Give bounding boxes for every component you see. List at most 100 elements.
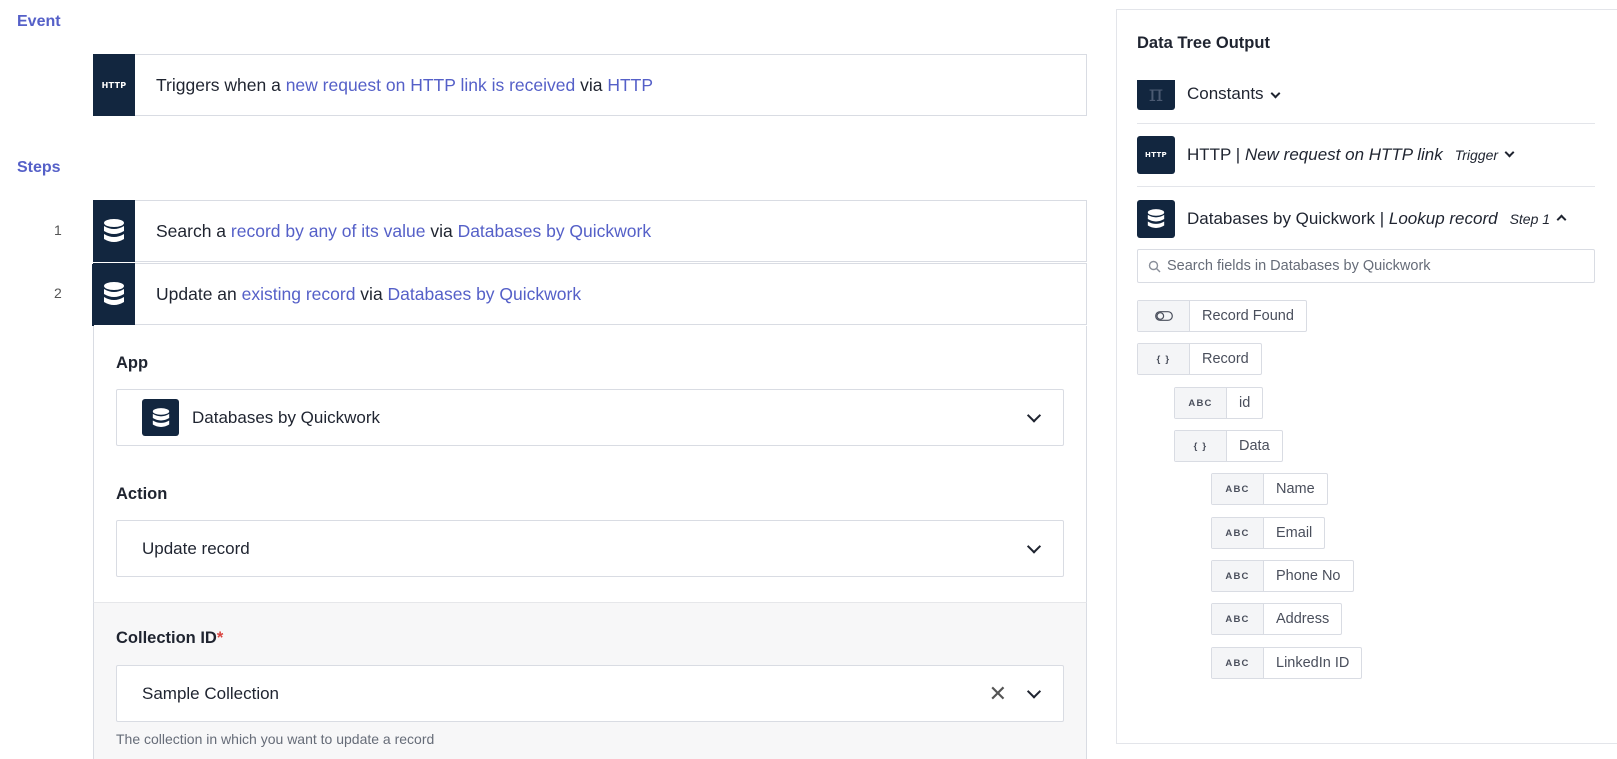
field-name: Email (1276, 525, 1313, 541)
field-chip-linkedin-id[interactable]: ABC LinkedIn ID (1211, 647, 1363, 679)
field-chip-record[interactable]: { } Record (1137, 343, 1262, 375)
data-tree-title: Data Tree Output (1137, 34, 1270, 52)
field-name: Name (1276, 481, 1315, 497)
database-icon-svg (104, 219, 124, 242)
event-prefix: Triggers when a (156, 74, 286, 95)
tree-node-db-lookup[interactable]: Databases by Quickwork | Lookup record S… (1137, 187, 1595, 250)
text-type-icon: ABC (1212, 474, 1264, 504)
step-row-2[interactable]: Update an existing record via Databases … (93, 263, 1087, 325)
chevron-down-icon[interactable] (1504, 147, 1515, 157)
database-icon (1137, 199, 1175, 238)
text-type-icon: ABC (1212, 561, 1264, 591)
collection-label-text: Collection ID (116, 629, 217, 647)
data-tree-panel: Data Tree Output π Constants HTTP HTTP |… (1116, 9, 1617, 744)
step-2-link-app[interactable]: Databases by Quickwork (388, 284, 582, 304)
field-name: Record Found (1202, 308, 1294, 324)
db-app-name: Databases by Quickwork | (1187, 208, 1389, 228)
field-name: id (1239, 395, 1251, 411)
search-icon (1148, 260, 1161, 272)
collection-select-value: Sample Collection (142, 683, 280, 703)
step-1-link-app[interactable]: Databases by Quickwork (458, 221, 652, 241)
field-name: Phone No (1276, 568, 1341, 584)
event-link-trigger[interactable]: new request on HTTP link is received (286, 75, 576, 95)
collection-field-label: Collection ID* (116, 629, 223, 648)
constants-label: Constants (1187, 84, 1264, 103)
step-2-prefix: Update an (156, 283, 242, 304)
toggle-icon (1138, 301, 1190, 331)
chevron-down-icon[interactable] (1026, 407, 1042, 423)
trigger-badge: Trigger (1454, 147, 1499, 163)
http-icon-text: HTTP (1145, 151, 1167, 159)
event-section-label: Event (17, 13, 61, 30)
step-number-1: 1 (54, 222, 62, 238)
field-name: Address (1276, 611, 1330, 627)
field-chip-id[interactable]: ABC id (1174, 387, 1264, 419)
step-1-via: via (425, 220, 458, 241)
text-type-icon: ABC (1175, 388, 1227, 418)
action-field-label: Action (116, 485, 168, 503)
chevron-down-icon[interactable] (1026, 683, 1042, 699)
field-chip-record-found[interactable]: Record Found (1137, 300, 1307, 332)
pi-icon: π (1137, 80, 1175, 110)
required-marker: * (216, 629, 224, 647)
app-select[interactable]: Databases by Quickwork (116, 389, 1064, 446)
collection-help-text: The collection in which you want to upda… (116, 731, 435, 747)
step-1-prefix: Search a (156, 220, 231, 241)
object-type-icon: { } (1175, 431, 1227, 461)
field-name: LinkedIn ID (1276, 655, 1350, 671)
http-icon: HTTP (93, 54, 135, 116)
chevron-down-icon[interactable] (1270, 88, 1280, 99)
chevron-up-icon[interactable] (1556, 214, 1567, 225)
step-row-1[interactable]: Search a record by any of its value via … (93, 200, 1087, 262)
pi-glyph: π (1148, 82, 1164, 107)
event-description: Triggers when a new request on HTTP link… (156, 75, 653, 96)
database-icon (93, 263, 135, 325)
database-icon (142, 399, 179, 436)
active-step-indicator (92, 264, 94, 326)
action-select[interactable]: Update record (116, 520, 1064, 577)
text-type-icon: ABC (1212, 604, 1264, 634)
database-icon (93, 200, 135, 262)
http-event-name: New request on HTTP link (1244, 145, 1443, 164)
field-chip-name[interactable]: ABC Name (1211, 473, 1328, 505)
clear-icon[interactable]: ✕ (989, 682, 1007, 705)
database-icon-svg (152, 407, 169, 427)
http-icon-text: HTTP (101, 80, 127, 90)
event-trigger-row[interactable]: HTTP Triggers when a new request on HTTP… (93, 54, 1087, 116)
search-placeholder: Search fields in Databases by Quickwork (1167, 258, 1431, 274)
db-node-label: Databases by Quickwork | Lookup record (1187, 209, 1498, 229)
field-search-input[interactable]: Search fields in Databases by Quickwork (1137, 249, 1595, 283)
field-chip-email[interactable]: ABC Email (1211, 517, 1326, 549)
step-1-description: Search a record by any of its value via … (156, 221, 651, 242)
collection-select[interactable]: Sample Collection ✕ (116, 665, 1064, 722)
app-field-label: App (116, 354, 149, 372)
tree-node-http[interactable]: HTTP HTTP | New request on HTTP link Tri… (1137, 124, 1595, 187)
chevron-down-icon[interactable] (1026, 538, 1042, 554)
step-number-2: 2 (54, 285, 62, 301)
step-2-link-action[interactable]: existing record (242, 284, 356, 304)
field-name: Data (1239, 438, 1270, 454)
action-select-value: Update record (142, 538, 250, 558)
app-select-value: Databases by Quickwork (192, 407, 381, 427)
db-event-name: Lookup record (1388, 208, 1498, 228)
http-node-label: HTTP | New request on HTTP link (1187, 145, 1443, 165)
toggle-icon-svg (1154, 311, 1173, 321)
field-chip-address[interactable]: ABC Address (1211, 603, 1343, 635)
text-type-icon: ABC (1212, 648, 1264, 678)
object-type-icon: { } (1138, 344, 1190, 374)
field-chip-data[interactable]: { } Data (1174, 430, 1283, 462)
step-2-via: via (355, 283, 388, 304)
database-icon-svg (1147, 208, 1165, 228)
field-chip-phone-no[interactable]: ABC Phone No (1211, 560, 1354, 592)
database-icon-svg (104, 282, 124, 305)
text-type-icon: ABC (1212, 518, 1264, 548)
event-link-app[interactable]: HTTP (607, 75, 653, 95)
steps-section-label: Steps (17, 159, 61, 176)
step-1-link-action[interactable]: record by any of its value (231, 221, 426, 241)
event-via: via (575, 74, 608, 95)
tree-node-constants[interactable]: π Constants (1137, 60, 1595, 124)
step-badge: Step 1 (1509, 210, 1551, 227)
step-2-description: Update an existing record via Databases … (156, 284, 581, 305)
http-app-name: HTTP | (1187, 145, 1245, 164)
http-icon: HTTP (1137, 136, 1175, 174)
